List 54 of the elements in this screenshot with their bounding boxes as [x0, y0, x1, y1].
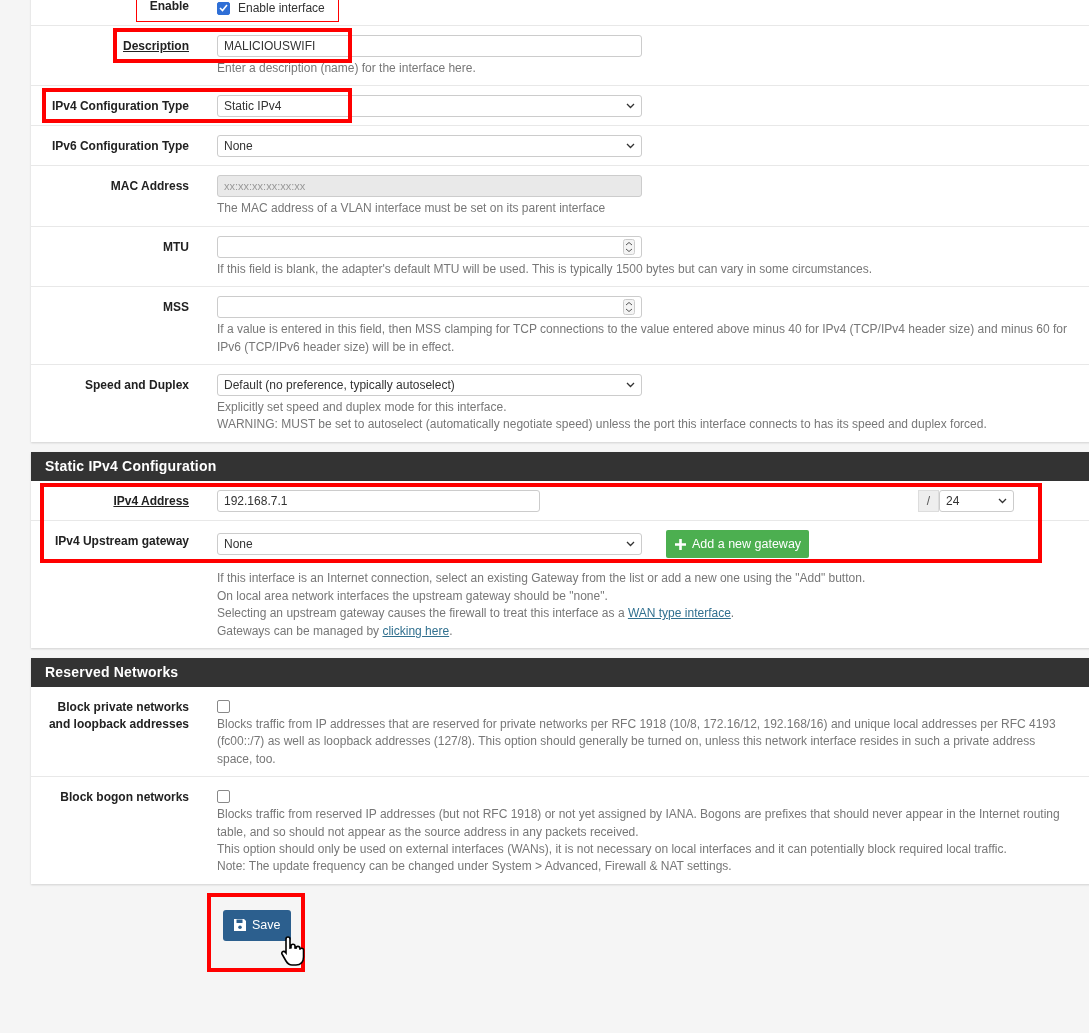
help-text: This option should only be used on external interfaces (WANs), it is not necessary on local interfaces and it can potentially block required local traffic. [217, 841, 1008, 858]
section-header: Static IPv4 Configuration [31, 451, 1089, 481]
hand-cursor-icon [278, 934, 307, 967]
help-text: If this field is blank, the adapter's default MTU will be used. This is typically 1500 bytes but can vary in some circumstances. [217, 260, 874, 278]
checkbox-label: Enable interface [238, 0, 325, 17]
help-text: If this interface is an Internet connection, select an existing Gateway from the list or add a new one using the "Add" button. [217, 570, 867, 588]
help-text: Enter a description (name) for the interface here. [217, 60, 477, 77]
select-field[interactable]: 24 [939, 489, 1014, 512]
text-field[interactable]: MALICIOUSWIFI [217, 35, 642, 57]
help-text: Note: The update frequency can be changed under System > Advanced, Firewall & NAT settings. [217, 858, 733, 876]
select-field[interactable]: Default (no preference, typically autoselect) [217, 373, 642, 396]
caret-icon [626, 143, 635, 150]
help-text: Selecting an upstream gateway causes the firewall to treat this interface as a WAN type interface. [217, 605, 736, 623]
select-field[interactable]: None [217, 135, 642, 158]
section-header: Reserved Networks [31, 658, 1089, 688]
checkbox[interactable] [217, 1, 230, 15]
caret-icon [998, 497, 1007, 504]
field-label: IPv6 Configuration Type [51, 139, 189, 154]
caret-icon [626, 103, 635, 110]
help-text: If a value is entered in this field, then MSS clamping for TCP connections to the value entered above minus 40 for IPv4 (TCP/IPv4 header size) and minus 60 for IPv6 (TCP/IPv6 header size) will be in effect. [217, 321, 1067, 356]
plus-icon [674, 537, 687, 551]
help-text: Explicitly set speed and duplex mode for this interface. [217, 398, 508, 416]
help-text: Gateways can be managed by clicking here. [217, 622, 454, 640]
help-text: On local area network interfaces the upstream gateway should be "none". [217, 587, 609, 605]
select-field[interactable]: Static IPv4 [217, 95, 642, 118]
field-label: Speed and Duplex [84, 377, 189, 392]
help-text: The MAC address of a VLAN interface must be set on its parent interface [217, 200, 607, 218]
field-label: IPv4 Upstream gateway [54, 533, 189, 548]
select-field[interactable]: None [217, 533, 642, 556]
field-label: Block bogon networks [60, 790, 189, 805]
field-label: IPv4 Configuration Type [51, 99, 189, 114]
help-text: Blocks traffic from reserved IP addresses (but not RFC 1918) or not yet assigned by IANA. Bogons are prefixes that should never appear in the Internet routing table, and so should not appear as the source address in any packets received. [217, 806, 1061, 841]
field-label: Enable [149, 0, 189, 13]
number-field[interactable] [217, 235, 642, 258]
help-text: WARNING: MUST be set to autoselect (automatically negotiate speed) unless the port this interface connects to has its speed and duplex forced. [217, 416, 988, 434]
field-label: IPv4 Address [113, 493, 189, 508]
checkbox[interactable] [217, 700, 230, 714]
field-label: Block private networks and loopback addresses [48, 700, 189, 731]
field-label: MSS [163, 300, 189, 315]
spinner-icon [623, 238, 635, 255]
field-label: Description [123, 39, 189, 53]
separator-label: / [917, 489, 939, 512]
text-field[interactable]: 192.168.7.1 [217, 489, 540, 512]
save-button[interactable]: Save [223, 909, 291, 941]
text-field: xx:xx:xx:xx:xx:xx [217, 175, 642, 198]
field-label: MTU [163, 239, 189, 254]
help-text: Blocks traffic from IP addresses that are reserved for private networks per RFC 1918 (10/8, 172.16/12, 192.168/16) and unique local addresses per RFC 4193 (fc00::/7) as well as loopback addresses (127/8). This option should generally be turned on, unless this network interface resides in such a private address space, too. [217, 716, 1057, 768]
spinner-icon [623, 299, 635, 316]
field-label: MAC Address [110, 179, 189, 194]
checkbox[interactable] [217, 790, 230, 804]
caret-icon [626, 381, 635, 388]
number-field[interactable] [217, 296, 642, 319]
caret-icon [626, 541, 635, 548]
help-link[interactable]: WAN type interface [627, 606, 731, 621]
